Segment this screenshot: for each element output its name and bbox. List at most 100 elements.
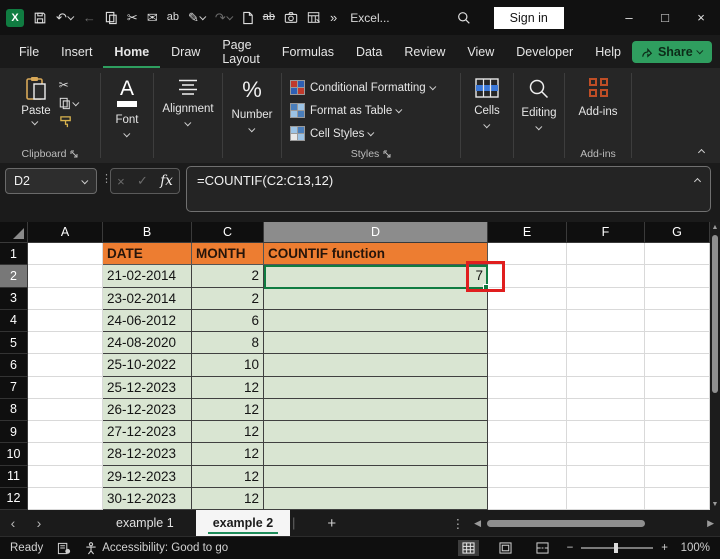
- ribbon-tab-draw[interactable]: Draw: [160, 35, 211, 68]
- cell-e9[interactable]: [488, 421, 567, 443]
- normal-view-button[interactable]: [458, 540, 479, 556]
- share-button[interactable]: Share: [632, 41, 712, 63]
- maximize-button[interactable]: □: [652, 10, 678, 25]
- cell-e7[interactable]: [488, 377, 567, 399]
- cell-b1[interactable]: DATE: [103, 243, 192, 265]
- strikethrough-icon[interactable]: ab: [263, 12, 275, 23]
- cell-b6[interactable]: 25-10-2022: [103, 354, 192, 376]
- column-header-a[interactable]: A: [28, 222, 103, 243]
- collapse-ribbon-button[interactable]: [698, 149, 705, 156]
- cell-g8[interactable]: [645, 399, 710, 421]
- font-group[interactable]: A Font: [101, 68, 153, 163]
- scroll-left-icon[interactable]: ◀: [474, 518, 481, 529]
- cell-g2[interactable]: [645, 265, 710, 287]
- row-header-1[interactable]: 1: [0, 243, 28, 265]
- cell-f7[interactable]: [567, 377, 645, 399]
- mail-icon[interactable]: ✉: [147, 11, 158, 24]
- prev-sheet-button[interactable]: ‹: [0, 515, 26, 531]
- row-header-11[interactable]: 11: [0, 466, 28, 488]
- dialog-launcher-icon[interactable]: [70, 150, 78, 158]
- dialog-launcher-icon[interactable]: [383, 150, 391, 158]
- cut-button[interactable]: ✂: [59, 78, 69, 92]
- column-header-c[interactable]: C: [192, 222, 264, 243]
- cell-g9[interactable]: [645, 421, 710, 443]
- row-header-8[interactable]: 8: [0, 399, 28, 421]
- cell-d1[interactable]: COUNTIF function: [264, 243, 488, 265]
- sheet-tab-example-1[interactable]: example 1: [94, 510, 196, 536]
- ribbon-tab-view[interactable]: View: [456, 35, 505, 68]
- cell-g5[interactable]: [645, 332, 710, 354]
- cell-c7[interactable]: 12: [192, 377, 264, 399]
- cell-a8[interactable]: [28, 399, 103, 421]
- cut-icon[interactable]: ✂: [127, 11, 138, 24]
- enter-button[interactable]: ✓: [137, 173, 148, 189]
- row-header-2[interactable]: 2: [0, 265, 28, 287]
- format-as-table-button[interactable]: Format as Table: [290, 99, 402, 122]
- cell-c1[interactable]: MONTH: [192, 243, 264, 265]
- cell-g1[interactable]: [645, 243, 710, 265]
- cell-b12[interactable]: 30-12-2023: [103, 488, 192, 510]
- cells-group[interactable]: Cells: [461, 68, 513, 163]
- horizontal-scrollbar[interactable]: ◀ ▶: [474, 518, 714, 529]
- cell-d2[interactable]: 7: [264, 265, 488, 287]
- cell-a2[interactable]: [28, 265, 103, 287]
- column-header-g[interactable]: G: [645, 222, 710, 243]
- cell-d4[interactable]: [264, 310, 488, 332]
- copy-icon[interactable]: [105, 11, 118, 25]
- vertical-scrollbar-thumb[interactable]: [712, 235, 718, 393]
- row-header-9[interactable]: 9: [0, 421, 28, 443]
- page-layout-view-button[interactable]: [495, 540, 516, 556]
- ribbon-tab-help[interactable]: Help: [584, 35, 632, 68]
- format-painter-button[interactable]: [59, 115, 73, 128]
- zoom-level[interactable]: 100%: [676, 542, 710, 554]
- insert-function-button[interactable]: fx: [160, 173, 173, 189]
- ribbon-tab-file[interactable]: File: [8, 35, 50, 68]
- cell-g3[interactable]: [645, 288, 710, 310]
- page-break-view-button[interactable]: [532, 540, 553, 556]
- cell-a4[interactable]: [28, 310, 103, 332]
- undo-icon[interactable]: ↶: [56, 11, 74, 24]
- cell-e4[interactable]: [488, 310, 567, 332]
- qat-overflow-icon[interactable]: »: [330, 11, 337, 24]
- expand-formula-bar-icon[interactable]: [694, 178, 701, 185]
- cell-f2[interactable]: [567, 265, 645, 287]
- column-header-f[interactable]: F: [567, 222, 645, 243]
- row-header-12[interactable]: 12: [0, 488, 28, 510]
- macro-record-icon[interactable]: [57, 542, 71, 555]
- row-header-5[interactable]: 5: [0, 332, 28, 354]
- vertical-scrollbar[interactable]: ▲ ▼: [710, 222, 720, 510]
- cell-c9[interactable]: 12: [192, 421, 264, 443]
- select-all-corner[interactable]: [0, 222, 28, 243]
- paste-button[interactable]: Paste: [21, 76, 50, 128]
- column-header-d[interactable]: D: [264, 222, 488, 243]
- sheet-more-icon[interactable]: ⋮: [442, 516, 475, 531]
- cell-f8[interactable]: [567, 399, 645, 421]
- cell-b11[interactable]: 29-12-2023: [103, 466, 192, 488]
- cell-b8[interactable]: 26-12-2023: [103, 399, 192, 421]
- cell-e10[interactable]: [488, 443, 567, 465]
- add-sheet-button[interactable]: +: [297, 515, 366, 532]
- row-header-4[interactable]: 4: [0, 310, 28, 332]
- cell-f6[interactable]: [567, 354, 645, 376]
- ribbon-tab-developer[interactable]: Developer: [505, 35, 584, 68]
- cell-styles-button[interactable]: Cell Styles: [290, 122, 374, 145]
- cell-a12[interactable]: [28, 488, 103, 510]
- cell-g12[interactable]: [645, 488, 710, 510]
- cell-c12[interactable]: 12: [192, 488, 264, 510]
- zoom-slider-thumb[interactable]: [614, 543, 618, 553]
- copy-button[interactable]: [59, 97, 79, 110]
- cell-b4[interactable]: 24-06-2012: [103, 310, 192, 332]
- cell-g10[interactable]: [645, 443, 710, 465]
- translate-icon[interactable]: ab: [167, 12, 179, 23]
- ribbon-tab-insert[interactable]: Insert: [50, 35, 103, 68]
- sign-in-button[interactable]: Sign in: [494, 7, 564, 29]
- addins-group[interactable]: Add-ins Add-ins: [565, 68, 631, 163]
- ribbon-tab-review[interactable]: Review: [393, 35, 456, 68]
- scroll-up-icon[interactable]: ▲: [712, 224, 719, 231]
- alignment-group[interactable]: Alignment: [154, 68, 222, 163]
- cell-e12[interactable]: [488, 488, 567, 510]
- cell-a6[interactable]: [28, 354, 103, 376]
- cell-c10[interactable]: 12: [192, 443, 264, 465]
- editing-group[interactable]: Editing: [514, 68, 564, 163]
- cell-d6[interactable]: [264, 354, 488, 376]
